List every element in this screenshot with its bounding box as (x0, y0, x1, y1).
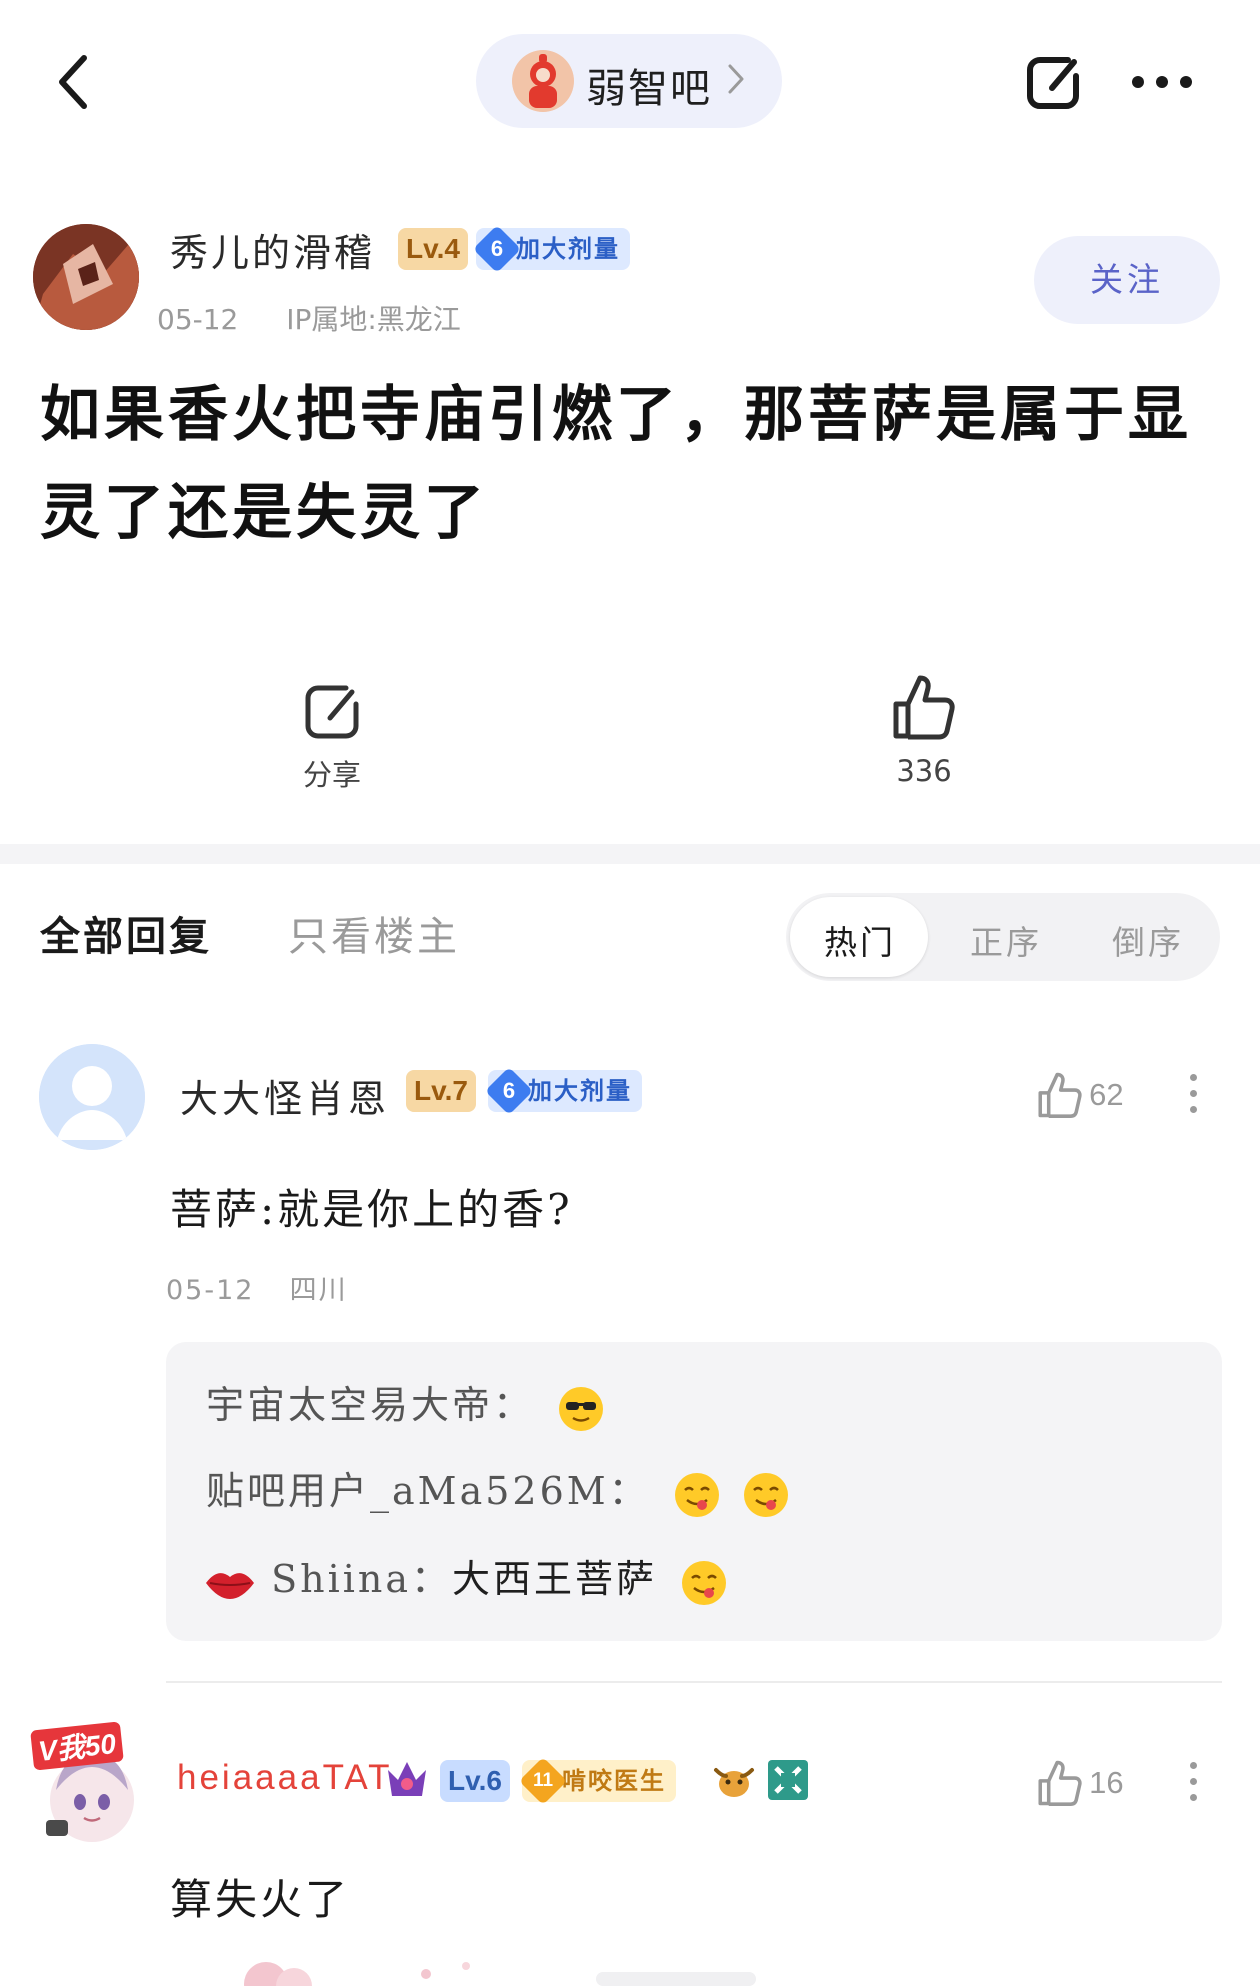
more-vertical-icon (1190, 1762, 1197, 1769)
post-ip: IP属地:黑龙江 (286, 303, 461, 336)
more-button[interactable] (1130, 74, 1194, 90)
comment-more-button[interactable] (1190, 1074, 1200, 1122)
post-title: 如果香火把寺庙引燃了，那菩萨是属于显 灵了还是失灵了 (40, 366, 1220, 562)
forum-name[interactable]: 弱智吧 (586, 56, 712, 114)
tag-level: 11 (532, 1770, 554, 1791)
comment-meta: 05-12 四川 (166, 1268, 348, 1307)
sub-reply-3[interactable]: Shiina：大西王菩萨 (204, 1548, 727, 1605)
back-button[interactable] (52, 50, 96, 114)
follow-button[interactable]: 关注 (1034, 236, 1220, 324)
tab-only-op[interactable]: 只看楼主 (288, 904, 460, 962)
section-divider (0, 844, 1260, 864)
comment-like-count: 16 (1089, 1765, 1124, 1800)
comment-body: 菩萨:就是你上的香? (170, 1185, 573, 1234)
comment-separator (166, 1681, 1222, 1683)
post-meta: 05-12 IP属地:黑龙江 (157, 298, 461, 338)
commenter-level-badge: Lv.7 (406, 1070, 476, 1112)
author-avatar[interactable] (33, 224, 139, 330)
share-icon (1027, 57, 1079, 109)
more-dots-icon (1132, 76, 1192, 88)
sub-reply-user: Shiina： (271, 1557, 453, 1601)
tag-level: 6 (490, 236, 504, 261)
comment-location: 四川 (289, 1275, 348, 1306)
share-label: 分享 (302, 758, 361, 792)
forum-avatar (512, 50, 574, 112)
sub-reply-user: 贴吧用户_aMa526M： (206, 1469, 650, 1513)
post-title-line-1: 如果香火把寺庙引燃了，那菩萨是属于显 (40, 380, 1192, 450)
author-tag-badge: 加大剂量 6 (472, 224, 630, 274)
forum-chevron-icon (726, 62, 746, 96)
lips-icon (206, 1572, 254, 1599)
share-action[interactable]: 分享 (252, 680, 412, 794)
like-action[interactable]: 336 (844, 672, 1004, 788)
chevron-left-icon (59, 55, 87, 109)
commenter-avatar[interactable] (39, 1044, 145, 1150)
like-count: 336 (896, 754, 952, 788)
square-badge-icon (766, 1758, 810, 1802)
commenter-name[interactable]: heiaaaaTAT (177, 1758, 392, 1798)
commenter-level-badge: Lv.6 (440, 1760, 510, 1802)
sort-descending[interactable]: 倒序 (1112, 916, 1184, 964)
post-title-line-2: 灵了还是失灵了 (40, 478, 488, 548)
yum-emoji-icon (682, 1560, 727, 1605)
tag-level: 6 (502, 1078, 516, 1103)
thumbs-up-icon (1038, 1072, 1082, 1118)
comment-like-button[interactable]: 62 (1036, 1070, 1124, 1120)
comment-like-count: 62 (1089, 1077, 1124, 1112)
sunglasses-emoji-icon (559, 1386, 604, 1431)
author-level-badge: Lv.4 (398, 228, 468, 270)
sort-hot[interactable]: 热门 (824, 916, 896, 964)
more-vertical-icon (1190, 1074, 1197, 1081)
tab-all-replies[interactable]: 全部回复 (40, 904, 212, 962)
yum-emoji-icon (674, 1472, 719, 1517)
comment-body: 算失火了 (170, 1875, 351, 1924)
post-date: 05-12 (157, 303, 239, 336)
comment-more-button[interactable] (1190, 1762, 1200, 1810)
sub-reply-user: 宇宙太空易大帝： (206, 1383, 535, 1427)
sub-reply-text: 大西王菩萨 (452, 1557, 658, 1601)
sub-reply-2[interactable]: 贴吧用户_aMa526M： (206, 1460, 788, 1517)
sub-reply-1[interactable]: 宇宙太空易大帝： (206, 1374, 604, 1431)
yum-emoji-icon (743, 1472, 788, 1517)
commenter-name[interactable]: 大大怪肖恩 (180, 1068, 390, 1123)
comment-like-button[interactable]: 16 (1036, 1758, 1124, 1808)
share-top-button[interactable] (1022, 50, 1086, 114)
author-name[interactable]: 秀儿的滑稽 (170, 222, 375, 277)
sort-ascending[interactable]: 正序 (970, 916, 1042, 964)
thumbs-up-icon (1038, 1760, 1082, 1806)
comment-image-preview[interactable] (166, 1946, 766, 1986)
comment-date: 05-12 (166, 1275, 255, 1306)
crown-badge-icon (384, 1756, 430, 1802)
cow-badge-icon (712, 1758, 756, 1802)
commenter-tag-badge: 啃咬医生 11 (518, 1756, 676, 1806)
thumbs-up-icon (893, 675, 955, 740)
share-icon (305, 685, 359, 739)
commenter-tag-badge: 加大剂量 6 (484, 1066, 642, 1116)
vip-commenter-avatar[interactable]: V我50 (30, 1720, 154, 1844)
